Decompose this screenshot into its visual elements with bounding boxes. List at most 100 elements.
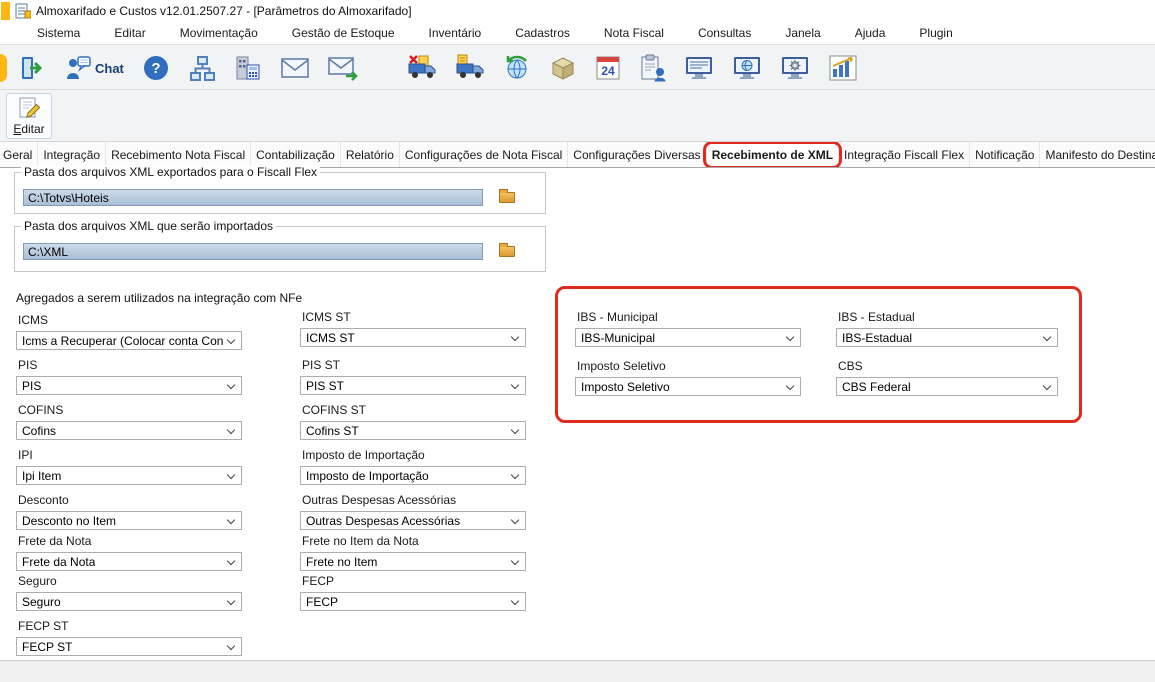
field-fecp-st: FECP ST FECP ST	[16, 619, 242, 656]
ibs-estadual-combobox[interactable]: IBS-Estadual	[836, 328, 1058, 347]
icms-st-label: ICMS ST	[302, 310, 351, 324]
field-icms-st: ICMS ST ICMS ST	[300, 310, 526, 347]
icms-value: Icms a Recuperar (Colocar conta Contab	[22, 333, 223, 348]
menu-item-nota-fiscal[interactable]: Nota Fiscal	[587, 24, 681, 42]
fiscall-flex-export-browse-button[interactable]	[495, 188, 519, 207]
chevron-down-icon	[510, 556, 520, 566]
package-button[interactable]	[542, 51, 584, 85]
monitor-settings-button[interactable]	[773, 51, 817, 85]
frete-no-item-combobox[interactable]: Frete no Item	[300, 552, 526, 571]
truck-document-icon	[455, 54, 485, 82]
red-highlight-annotation-ibs-cbs	[555, 286, 1082, 423]
cofins-combobox[interactable]: Cofins	[16, 421, 242, 440]
calendar-24-button[interactable]: 24	[588, 51, 628, 85]
outras-despesas-value: Outras Despesas Acessórias	[306, 513, 461, 528]
xml-import-browse-button[interactable]	[495, 242, 519, 261]
tab-geral[interactable]: Geral	[0, 142, 39, 167]
monitor-globe-button[interactable]	[725, 51, 769, 85]
menu-item-editar[interactable]: Editar	[97, 24, 162, 42]
pis-st-combobox[interactable]: PIS ST	[300, 376, 526, 395]
desconto-combobox[interactable]: Desconto no Item	[16, 511, 242, 530]
cofins-label: COFINS	[18, 403, 64, 417]
tab-integracao-fiscall-flex[interactable]: Integração Fiscall Flex	[839, 142, 971, 167]
help-button[interactable]: ?	[135, 51, 177, 85]
icms-st-combobox[interactable]: ICMS ST	[300, 328, 526, 347]
truck-cancel-button[interactable]	[400, 51, 444, 85]
menu-item-inventario[interactable]: Inventário	[412, 24, 499, 42]
fecp-st-label: FECP ST	[18, 619, 69, 633]
menu-item-consultas[interactable]: Consultas	[681, 24, 768, 42]
seguro-combobox[interactable]: Seguro	[16, 592, 242, 611]
tab-notificacao[interactable]: Notificação	[970, 142, 1041, 167]
pis-combobox[interactable]: PIS	[16, 376, 242, 395]
mail-send-button[interactable]	[321, 51, 367, 85]
menu-item-sistema[interactable]: Sistema	[20, 24, 97, 42]
chevron-down-icon	[510, 332, 520, 342]
tab-manifesto-do-destinatario[interactable]: Manifesto do Destinatário	[1040, 142, 1155, 167]
calendar-24-icon: 24	[595, 54, 621, 82]
fecp-st-value: FECP ST	[22, 639, 73, 654]
ipi-combobox[interactable]: Ipi Item	[16, 466, 242, 485]
fiscall-flex-export-path-input[interactable]	[23, 189, 483, 206]
tab-contabilizacao[interactable]: Contabilização	[251, 142, 341, 167]
monitor-globe-icon	[732, 55, 762, 82]
icms-combobox[interactable]: Icms a Recuperar (Colocar conta Contab	[16, 331, 242, 350]
chevron-down-icon	[226, 556, 236, 566]
title-bar: Almoxarifado e Custos v12.01.2507.27 - […	[0, 0, 1155, 22]
outras-despesas-combobox[interactable]: Outras Despesas Acessórias	[300, 511, 526, 530]
brand-accent	[1, 2, 10, 20]
tab-configuracoes-diversas[interactable]: Configurações Diversas	[568, 142, 707, 167]
tab-configuracoes-de-nota-fiscal[interactable]: Configurações de Nota Fiscal	[400, 142, 569, 167]
imposto-seletivo-combobox[interactable]: Imposto Seletivo	[575, 377, 801, 396]
company-calculator-button[interactable]	[227, 51, 269, 85]
menu-item-plugin[interactable]: Plugin	[902, 24, 969, 42]
field-ibs-estadual: IBS - Estadual IBS-Estadual	[836, 310, 1058, 347]
field-cofins-st: COFINS ST Cofins ST	[300, 403, 526, 440]
menu-item-ajuda[interactable]: Ajuda	[838, 24, 903, 42]
menu-item-movimentacao[interactable]: Movimentação	[163, 24, 275, 42]
fiscall-flex-export-groupbox: Pasta dos arquivos XML exportados para o…	[14, 165, 546, 214]
imposto-importacao-combobox[interactable]: Imposto de Importação	[300, 466, 526, 485]
edit-button[interactable]: Editar	[6, 93, 52, 139]
hierarchy-button[interactable]	[181, 51, 223, 85]
menu-item-janela[interactable]: Janela	[768, 24, 837, 42]
tab-recebimento-de-xml[interactable]: Recebimento de XML	[702, 142, 843, 167]
chevron-down-icon	[1042, 332, 1052, 342]
chevron-down-icon	[785, 332, 795, 342]
chevron-down-icon	[510, 380, 520, 390]
chevron-down-icon	[226, 641, 236, 651]
cofins-st-label: COFINS ST	[302, 403, 367, 417]
chat-button[interactable]: Chat	[58, 51, 131, 85]
tab-integracao[interactable]: Integração	[38, 142, 107, 167]
menu-item-gestao-de-estoque[interactable]: Gestão de Estoque	[275, 24, 412, 42]
tab-recebimento-nota-fiscal[interactable]: Recebimento Nota Fiscal	[106, 142, 252, 167]
xml-import-path-input[interactable]	[23, 243, 483, 260]
globe-sync-button[interactable]	[496, 51, 538, 85]
monitor-list-button[interactable]	[677, 51, 721, 85]
seguro-value: Seguro	[22, 594, 61, 609]
clipboard-user-button[interactable]	[632, 51, 673, 85]
cofins-st-combobox[interactable]: Cofins ST	[300, 421, 526, 440]
field-desconto: Desconto Desconto no Item	[16, 493, 242, 530]
outras-despesas-label: Outras Despesas Acessórias	[302, 493, 457, 507]
exit-icon	[17, 53, 47, 83]
globe-sync-icon	[503, 54, 531, 82]
menu-item-cadastros[interactable]: Cadastros	[498, 24, 587, 42]
chevron-down-icon	[226, 425, 236, 435]
frete-da-nota-combobox[interactable]: Frete da Nota	[16, 552, 242, 571]
ibs-municipal-combobox[interactable]: IBS-Municipal	[575, 328, 801, 347]
truck-document-button[interactable]	[448, 51, 492, 85]
field-pis-st: PIS ST PIS ST	[300, 358, 526, 395]
tab-relatorio[interactable]: Relatório	[341, 142, 400, 167]
field-seguro: Seguro Seguro	[16, 574, 242, 611]
cbs-value: CBS Federal	[842, 379, 911, 394]
chart-icon	[828, 54, 858, 82]
brand-accent-toolbar	[0, 54, 7, 82]
cbs-combobox[interactable]: CBS Federal	[836, 377, 1058, 396]
fecp-st-combobox[interactable]: FECP ST	[16, 637, 242, 656]
mail-button[interactable]	[273, 51, 317, 85]
exit-button[interactable]	[10, 51, 54, 85]
chart-button[interactable]	[821, 51, 865, 85]
imposto-seletivo-value: Imposto Seletivo	[581, 379, 670, 394]
fecp-combobox[interactable]: FECP	[300, 592, 526, 611]
